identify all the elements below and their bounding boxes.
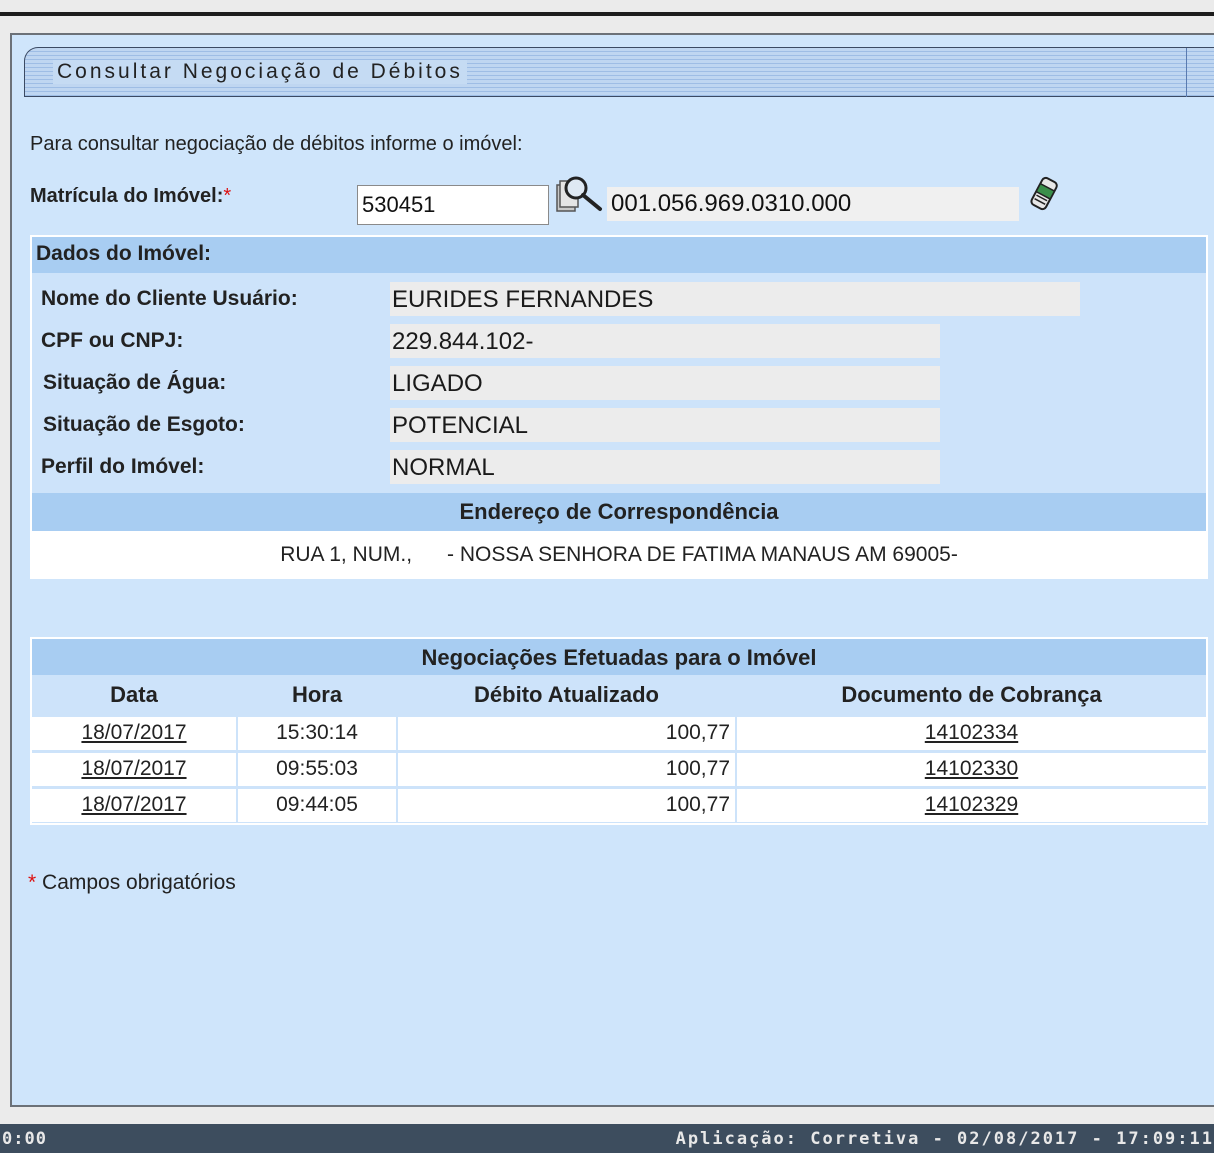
column-header-data: Data [110, 682, 158, 707]
situacao-esgoto-label: Situação de Esgoto: [43, 413, 245, 436]
situacao-esgoto-value: POTENCIAL [390, 408, 940, 442]
table-row-2-debito: 100,77 [398, 753, 735, 786]
status-bar: 0:00 Aplicação: Corretiva - 02/08/2017 -… [0, 1124, 1214, 1153]
column-header-documento: Documento de Cobrança [841, 682, 1102, 707]
table-row-1-documento[interactable]: 14102334 [737, 717, 1206, 750]
table-row-3-documento[interactable]: 14102329 [737, 789, 1206, 822]
table-row-1-hora: 15:30:14 [238, 717, 396, 750]
page-title: Consultar Negociação de Débitos [53, 60, 467, 84]
endereco-header: Endereço de Correspondência [32, 493, 1206, 531]
required-mark: * [28, 871, 37, 894]
table-row-3-debito: 100,77 [398, 789, 735, 822]
negociacoes-title: Negociações Efetuadas para o Imóvel [32, 639, 1206, 675]
situacao-agua-label: Situação de Água: [43, 371, 227, 394]
matricula-input[interactable] [357, 185, 549, 225]
endereco-value: RUA 1, NUM., - NOSSA SENHORA DE FATIMA M… [32, 531, 1206, 577]
table-row-1-data[interactable]: 18/07/2017 [32, 717, 236, 750]
table-row-2-data[interactable]: 18/07/2017 [32, 753, 236, 786]
status-bar-app-info: Aplicação: Corretiva - 02/08/2017 - 17:0… [675, 1129, 1214, 1149]
search-icon[interactable] [554, 173, 604, 215]
cpf-cnpj-value: 229.844.102- [390, 324, 940, 358]
dados-imovel-header: Dados do Imóvel: [32, 237, 1206, 273]
required-mark: * [223, 185, 232, 207]
perfil-imovel-label: Perfil do Imóvel: [41, 455, 205, 478]
table-row-1-debito: 100,77 [398, 717, 735, 750]
instruction-text: Para consultar negociação de débitos inf… [30, 133, 523, 155]
column-header-debito: Débito Atualizado [474, 682, 659, 707]
nome-cliente-label: Nome do Cliente Usuário: [41, 287, 298, 310]
column-header-hora: Hora [291, 682, 343, 707]
perfil-imovel-value: NORMAL [390, 450, 940, 484]
cpf-cnpj-label: CPF ou CNPJ: [41, 329, 184, 352]
table-row-2-hora: 09:55:03 [238, 753, 396, 786]
table-row-3-hora: 09:44:05 [238, 789, 396, 822]
inscricao-display: 001.056.969.0310.000 [607, 187, 1019, 221]
top-rule [0, 12, 1214, 16]
situacao-agua-value: LIGADO [390, 366, 940, 400]
matricula-label: Matrícula do Imóvel:* [30, 185, 232, 207]
status-bar-left: 0:00 [2, 1129, 47, 1149]
page-title-tab: Consultar Negociação de Débitos [24, 47, 1214, 97]
required-fields-note: * Campos obrigatórios [28, 871, 236, 894]
nome-cliente-value: EURIDES FERNANDES [390, 282, 1080, 316]
eraser-icon[interactable] [1027, 175, 1063, 213]
table-row-2-documento[interactable]: 14102330 [737, 753, 1206, 786]
table-row-3-data[interactable]: 18/07/2017 [32, 789, 236, 822]
